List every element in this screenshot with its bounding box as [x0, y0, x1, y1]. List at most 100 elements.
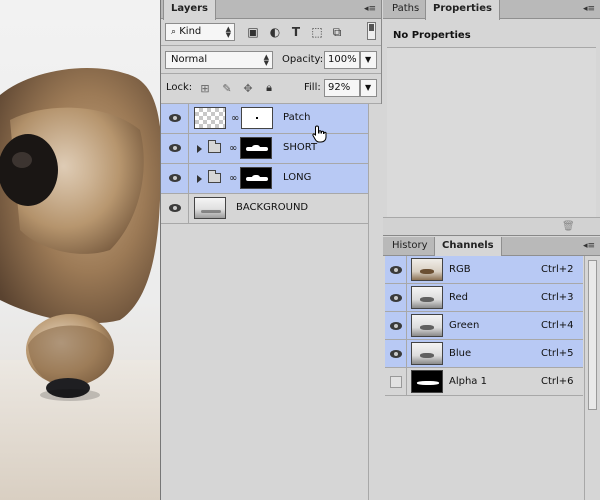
hand-cursor-icon: [312, 125, 327, 143]
fill-dropdown-button[interactable]: ▼: [360, 79, 377, 97]
tab-properties[interactable]: Properties: [425, 0, 500, 20]
smart-object-filter-icon[interactable]: ⧉: [329, 24, 345, 40]
layers-tabbar: Layers ◂≡: [161, 0, 381, 20]
channels-scrollbar[interactable]: [584, 256, 600, 500]
layer-name[interactable]: Patch: [283, 112, 310, 124]
channel-shortcut: Ctrl+2: [541, 264, 574, 275]
thumbnail-subject: [420, 297, 434, 302]
tab-history[interactable]: History: [385, 237, 436, 256]
visibility-toggle[interactable]: [161, 134, 189, 163]
right-panel-column: Paths Properties ◂≡ No Properties 🗑︎ His…: [383, 0, 600, 500]
lock-image-icon[interactable]: ✎: [220, 81, 234, 95]
lock-position-icon[interactable]: ✥: [241, 81, 255, 95]
visibility-toggle[interactable]: [161, 194, 189, 223]
properties-content: No Properties 🗑︎: [383, 20, 600, 235]
divider: [161, 73, 381, 74]
layer-name[interactable]: SHORT: [283, 142, 317, 154]
divider: [161, 45, 381, 46]
layer-row-long[interactable]: ∞ LONG: [161, 164, 368, 194]
tab-paths[interactable]: Paths: [385, 0, 428, 19]
panel-menu-icon[interactable]: ◂≡: [582, 3, 596, 15]
eye-icon: [169, 144, 181, 152]
lock-transparent-icon[interactable]: ⊞: [198, 81, 212, 95]
visibility-toggle[interactable]: [161, 104, 189, 133]
channels-panel: History Channels ◂≡ RGB Ctrl+2 Red Ctrl+…: [383, 237, 600, 500]
channel-name: Red: [449, 292, 468, 303]
visibility-toggle[interactable]: [385, 312, 407, 339]
channel-row-green[interactable]: Green Ctrl+4: [385, 312, 583, 340]
panel-menu-icon[interactable]: ◂≡: [582, 240, 596, 252]
no-properties-message: No Properties: [393, 30, 471, 41]
tab-channels[interactable]: Channels: [434, 237, 502, 257]
blend-mode-value: Normal: [171, 54, 208, 65]
visibility-toggle[interactable]: [385, 368, 407, 395]
channel-thumbnail: [411, 370, 443, 393]
channel-row-alpha-1[interactable]: Alpha 1 Ctrl+6: [385, 368, 583, 396]
mask-shape: [246, 145, 268, 151]
shape-filter-icon[interactable]: ⬚: [309, 24, 325, 40]
layer-row-patch[interactable]: ∞ Patch: [161, 104, 368, 134]
layer-row-background[interactable]: BACKGROUND: [161, 194, 368, 224]
opacity-input[interactable]: 100%: [324, 51, 360, 69]
layers-scrollbar[interactable]: [368, 104, 382, 500]
visibility-toggle[interactable]: [385, 256, 407, 283]
lock-all-icon[interactable]: 🔒︎: [262, 81, 276, 95]
thumbnail-subject: [417, 381, 439, 385]
channel-thumbnail: [411, 286, 443, 309]
spinner-icon: ▲ ▼: [263, 53, 269, 67]
eye-icon: [169, 204, 181, 212]
folder-icon: [208, 140, 221, 153]
adjustment-filter-icon[interactable]: ◐: [267, 24, 283, 40]
channel-shortcut: Ctrl+4: [541, 320, 574, 331]
group-mask-thumbnail[interactable]: [240, 167, 272, 189]
blend-mode-select[interactable]: Normal ▲ ▼: [165, 51, 273, 69]
visibility-toggle[interactable]: [385, 340, 407, 367]
thumbnail-subject: [420, 325, 434, 330]
channel-name: Alpha 1: [449, 376, 487, 387]
folder-icon: [208, 170, 221, 183]
scrollbar-thumb[interactable]: [588, 260, 597, 410]
channel-name: Blue: [449, 348, 472, 359]
channel-row-blue[interactable]: Blue Ctrl+5: [385, 340, 583, 368]
layer-name[interactable]: BACKGROUND: [236, 202, 308, 214]
layer-row-short[interactable]: ∞ SHORT: [161, 134, 368, 164]
channel-shortcut: Ctrl+3: [541, 292, 574, 303]
image-filter-icon[interactable]: ▣: [245, 24, 261, 40]
filter-kind-select[interactable]: ⌕ Kind ▲ ▼: [165, 23, 235, 41]
link-chain-icon[interactable]: ∞: [229, 173, 237, 185]
chevron-down-icon: ▼: [365, 55, 372, 64]
channel-thumbnail: [411, 342, 443, 365]
channel-row-rgb[interactable]: RGB Ctrl+2: [385, 256, 583, 284]
filter-toggle[interactable]: [367, 22, 376, 40]
group-mask-thumbnail[interactable]: [240, 137, 272, 159]
layer-mask-thumbnail[interactable]: [241, 107, 273, 129]
panel-menu-icon[interactable]: ◂≡: [363, 3, 377, 15]
fill-value: 92%: [328, 82, 351, 93]
channel-thumbnail: [411, 314, 443, 337]
eye-icon: [169, 114, 181, 122]
link-chain-icon[interactable]: ∞: [229, 143, 237, 155]
channel-row-red[interactable]: Red Ctrl+3: [385, 284, 583, 312]
eye-icon: [390, 294, 402, 302]
eye-icon: [169, 174, 181, 182]
opacity-dropdown-button[interactable]: ▼: [360, 51, 377, 69]
type-filter-icon[interactable]: T: [288, 24, 304, 40]
document-canvas[interactable]: [0, 0, 160, 500]
visibility-toggle[interactable]: [161, 164, 189, 193]
properties-tabbar: Paths Properties ◂≡: [383, 0, 600, 20]
link-chain-icon[interactable]: ∞: [231, 113, 239, 125]
visibility-toggle[interactable]: [385, 284, 407, 311]
channel-name: Green: [449, 320, 480, 331]
trash-icon[interactable]: 🗑︎: [562, 221, 575, 232]
spinner-icon: ▲ ▼: [225, 25, 231, 39]
layer-name[interactable]: LONG: [283, 172, 311, 184]
channels-tabbar: History Channels ◂≡: [383, 237, 600, 257]
expand-triangle-icon[interactable]: [197, 175, 202, 183]
fill-input[interactable]: 92%: [324, 79, 360, 97]
expand-triangle-icon[interactable]: [197, 145, 202, 153]
lock-label: Lock:: [166, 82, 193, 93]
tab-layers[interactable]: Layers: [163, 0, 216, 20]
chevron-down-icon: ▼: [365, 83, 372, 92]
eye-icon: [390, 266, 402, 274]
search-icon: ⌕: [171, 27, 177, 37]
